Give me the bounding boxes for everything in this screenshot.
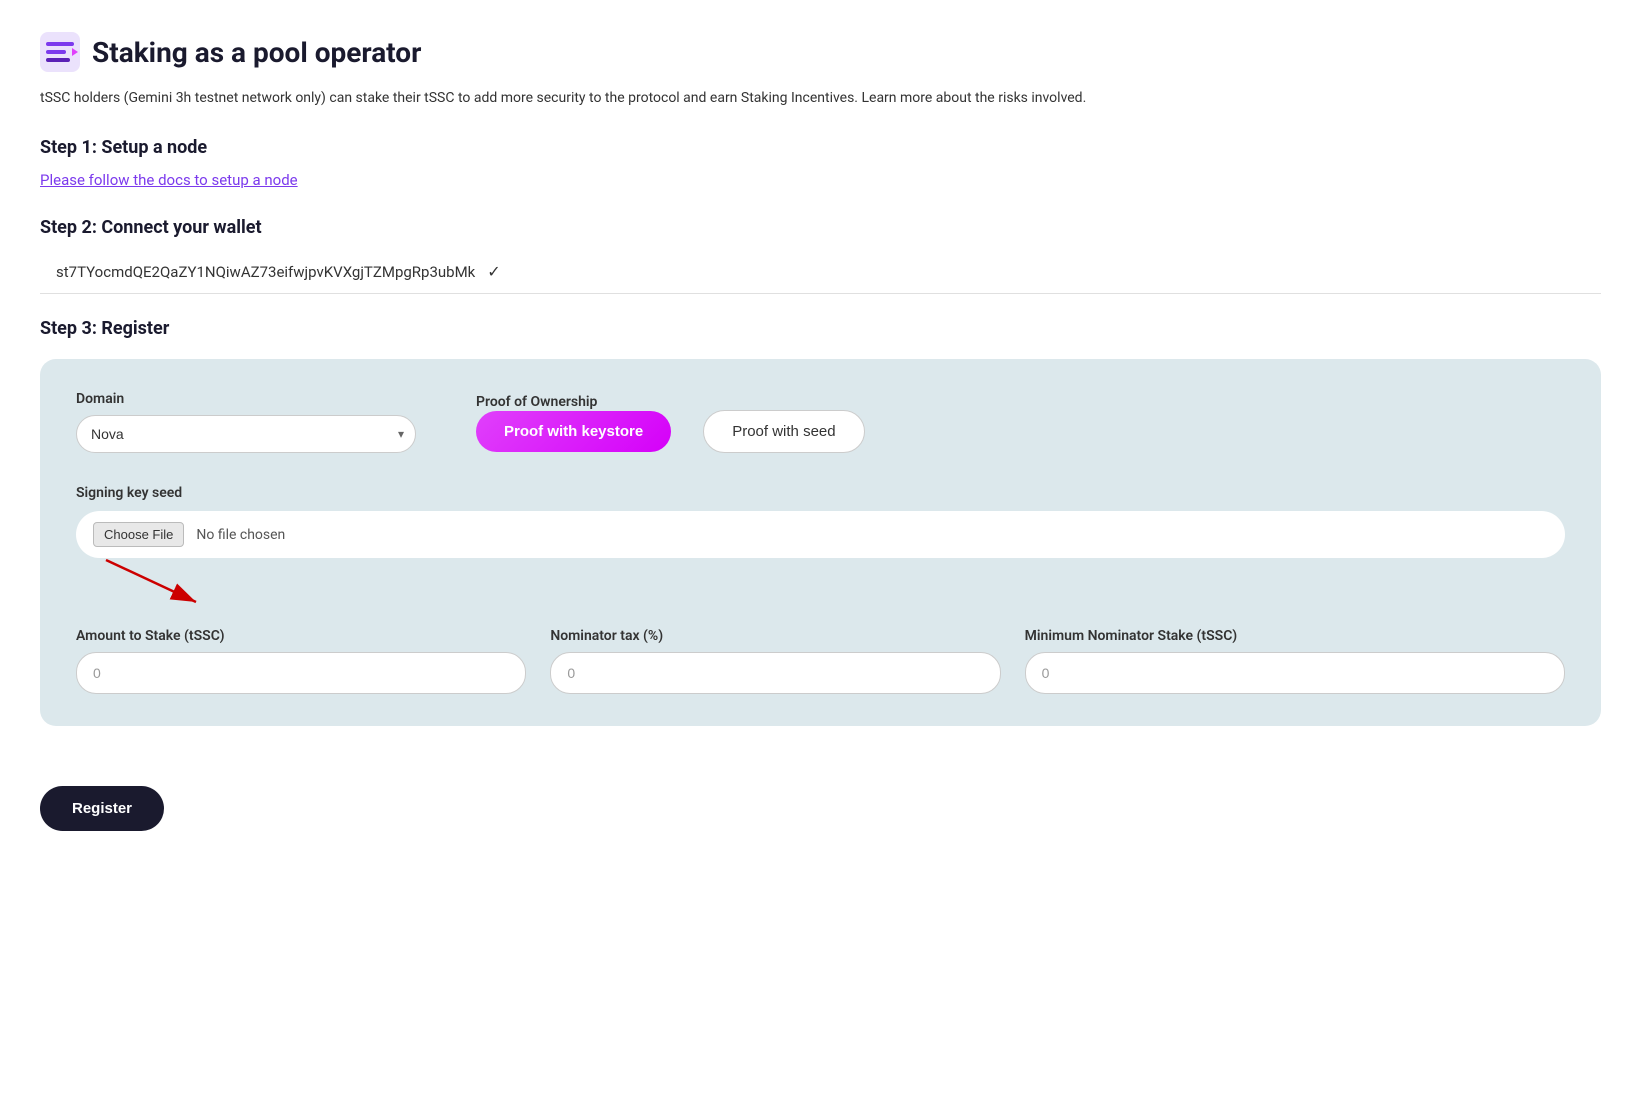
proof-seed-button[interactable]: Proof with seed [703,410,864,453]
step1-section: Step 1: Setup a node Please follow the d… [40,137,1601,217]
min-nominator-input[interactable] [1025,652,1565,694]
proof-buttons: Proof with keystore Proof with seed [476,410,1565,453]
domain-field-group: Domain Nova Gemini Mainnet ▾ [76,391,416,453]
card-row-1: Domain Nova Gemini Mainnet ▾ Proof of Ow… [76,391,1565,453]
domain-select-wrapper: Nova Gemini Mainnet ▾ [76,415,416,453]
wallet-address-row: st7TYocmdQE2QaZY1NQiwAZ73eifwjpvKVXgjTZM… [40,250,1601,294]
signing-key-label: Signing key seed [76,485,1565,501]
nominator-tax-field-group: Nominator tax (%) [550,628,1000,694]
page-header: Staking as a pool operator [40,32,1601,72]
docs-link[interactable]: Please follow the docs to setup a node [40,171,298,189]
domain-label: Domain [76,391,416,407]
proof-keystore-button[interactable]: Proof with keystore [476,411,671,452]
wallet-address: st7TYocmdQE2QaZY1NQiwAZ73eifwjpvKVXgjTZM… [56,263,475,281]
page-title: Staking as a pool operator [92,36,421,69]
arrow-icon [76,550,236,610]
proof-ownership-group: Proof of Ownership Proof with keystore P… [476,391,1565,453]
nominator-tax-label: Nominator tax (%) [550,628,1000,644]
no-file-text: No file chosen [196,527,285,543]
nominator-tax-input[interactable] [550,652,1000,694]
step1-heading: Step 1: Setup a node [40,137,1601,158]
card-row-3: Amount to Stake (tSSC) Nominator tax (%)… [76,628,1565,694]
amount-input[interactable] [76,652,526,694]
min-nominator-label: Minimum Nominator Stake (tSSC) [1025,628,1565,644]
register-button[interactable]: Register [40,786,164,831]
domain-select[interactable]: Nova Gemini Mainnet [76,415,416,453]
logo-icon [40,32,80,72]
arrow-indicator [76,550,1565,600]
step2-section: Step 2: Connect your wallet [40,217,1601,238]
proof-ownership-label: Proof of Ownership [476,394,597,410]
bottom-section: Register [40,766,1601,851]
step2-heading: Step 2: Connect your wallet [40,217,1601,238]
signing-key-section: Signing key seed Choose File No file cho… [76,485,1565,600]
subtitle: tSSC holders (Gemini 3h testnet network … [40,88,1240,109]
step3-heading: Step 3: Register [40,318,1601,339]
choose-file-button[interactable]: Choose File [93,522,184,547]
register-card: Domain Nova Gemini Mainnet ▾ Proof of Ow… [40,359,1601,726]
amount-label: Amount to Stake (tSSC) [76,628,526,644]
min-nominator-field-group: Minimum Nominator Stake (tSSC) [1025,628,1565,694]
amount-field-group: Amount to Stake (tSSC) [76,628,526,694]
checkmark-icon: ✓ [487,262,500,281]
